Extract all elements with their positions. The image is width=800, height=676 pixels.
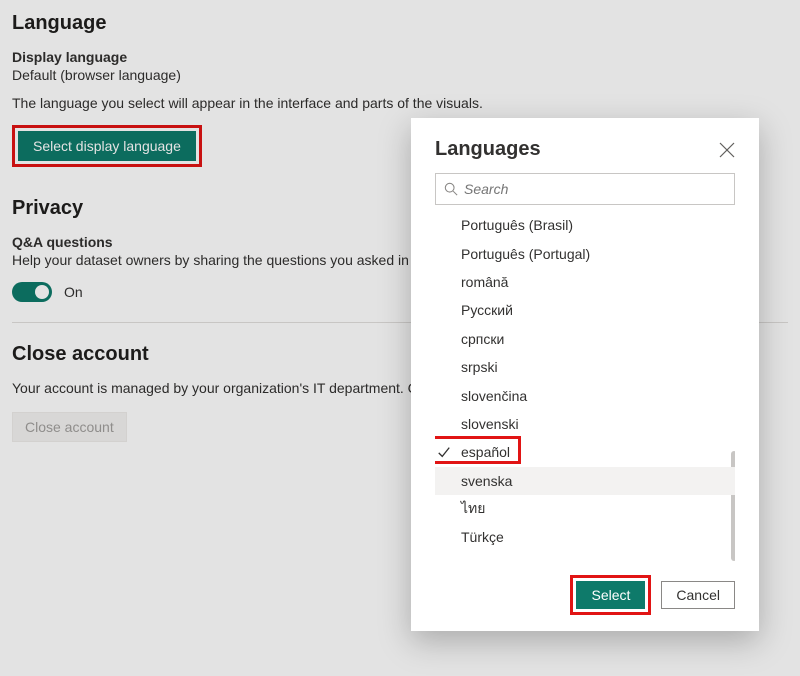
language-option[interactable]: Português (Portugal)	[435, 239, 735, 267]
cancel-button[interactable]: Cancel	[661, 581, 735, 609]
language-option[interactable]: ไทย	[435, 495, 735, 523]
search-input[interactable]	[464, 181, 726, 197]
language-option[interactable]: español	[435, 438, 735, 466]
language-option-label: română	[461, 274, 508, 290]
language-option[interactable]: Türkçe	[435, 523, 735, 551]
language-option-label: Русский	[461, 302, 513, 318]
language-option-label: ..	[461, 558, 469, 565]
language-option[interactable]: română	[435, 268, 735, 296]
language-option[interactable]: slovenčina	[435, 381, 735, 409]
modal-title: Languages	[435, 138, 541, 161]
language-option-label: Português (Brasil)	[461, 217, 573, 233]
language-option-label: Português (Portugal)	[461, 246, 590, 262]
language-option-label: srpski	[461, 359, 498, 375]
select-button-highlight: Select	[570, 575, 651, 615]
language-option-label: español	[461, 444, 510, 460]
language-option-label: ไทย	[461, 498, 485, 520]
language-option[interactable]: Русский	[435, 296, 735, 324]
languages-modal: Languages Português (Brasil) Português (P…	[411, 118, 759, 631]
language-option-label: svenska	[461, 473, 512, 489]
search-input-wrapper[interactable]	[435, 173, 735, 205]
select-button[interactable]: Select	[576, 581, 645, 609]
language-option[interactable]: srpski	[435, 353, 735, 381]
language-option[interactable]: Português (Brasil)	[435, 211, 735, 239]
language-option-label: српски	[461, 331, 504, 347]
close-icon[interactable]	[719, 142, 735, 158]
language-option[interactable]: ..	[435, 552, 735, 565]
language-option-label: Türkçe	[461, 529, 504, 545]
language-option[interactable]: slovenski	[435, 410, 735, 438]
language-option[interactable]: српски	[435, 325, 735, 353]
search-icon	[444, 182, 458, 196]
checkmark-icon	[435, 445, 453, 459]
language-option-label: slovenski	[461, 416, 519, 432]
language-list[interactable]: Português (Brasil) Português (Portugal) ro…	[435, 211, 735, 565]
language-option[interactable]: svenska	[435, 467, 735, 495]
language-option-label: slovenčina	[461, 388, 527, 404]
